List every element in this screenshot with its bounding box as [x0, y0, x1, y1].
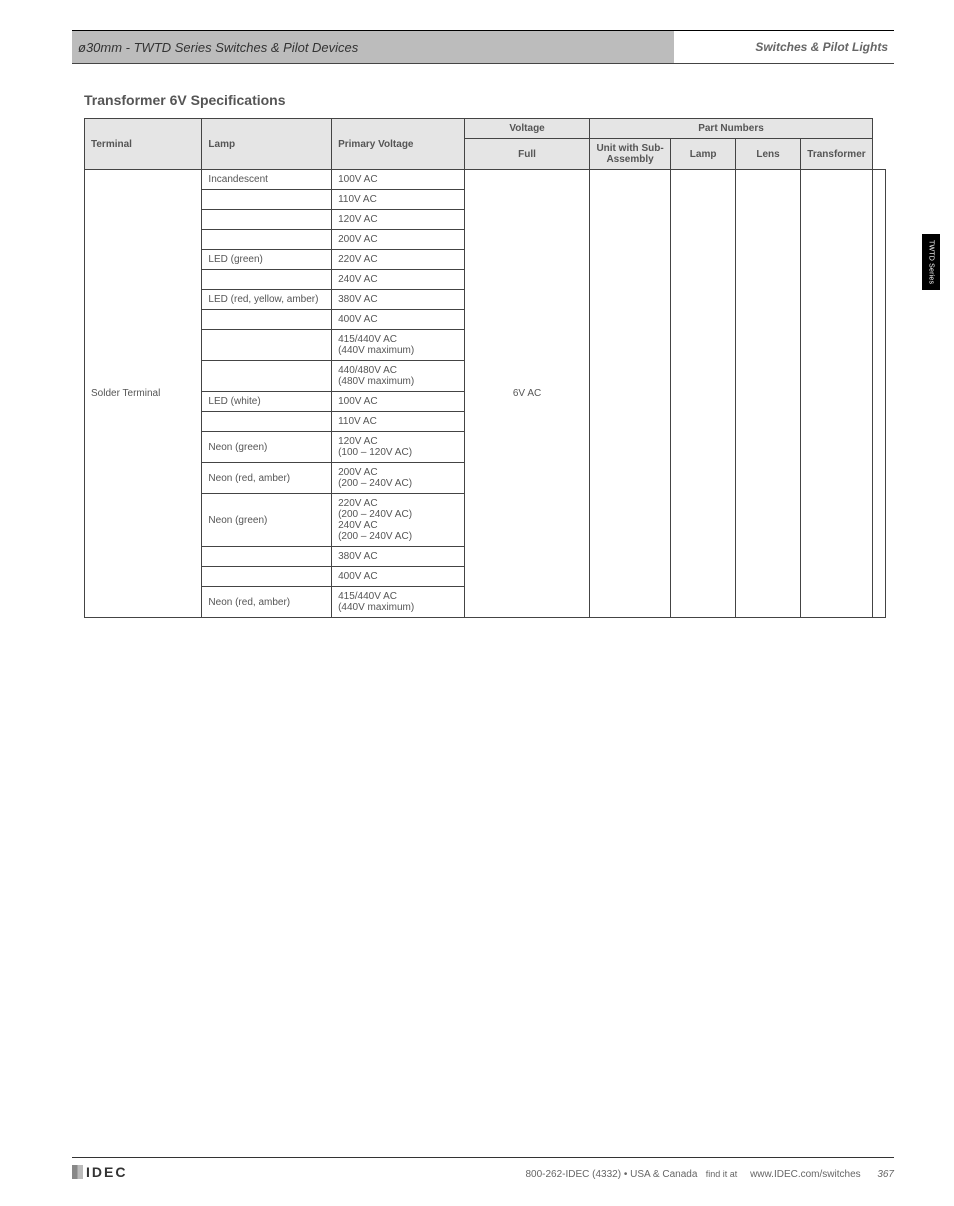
table-row: Terminal Lamp Primary Voltage Voltage Pa… [85, 119, 886, 139]
lamp-cell: LED (green) [202, 250, 332, 270]
primary-voltage-cell: 220V AC [332, 250, 465, 270]
lamp-voltage-cell: 6V AC [465, 170, 590, 618]
header-title-left: ø30mm - TWTD Series Switches & Pilot Dev… [72, 31, 674, 63]
footer-info: 800-262-IDEC (4332) • USA & Canada find … [525, 1169, 894, 1180]
col-lamp: Lamp [202, 119, 332, 170]
footer: IDEC 800-262-IDEC (4332) • USA & Canada … [72, 1157, 894, 1180]
primary-voltage-cell: 120V AC [332, 210, 465, 230]
lampc-cell [736, 170, 801, 618]
lamp-cell [202, 361, 332, 392]
lamp-cell [202, 190, 332, 210]
primary-voltage-cell: 415/440V AC(440V maximum) [332, 330, 465, 361]
primary-voltage-cell: 380V AC [332, 290, 465, 310]
col-voltage: Voltage [465, 119, 590, 139]
header-title-right: Switches & Pilot Lights [674, 31, 894, 63]
primary-voltage-cell: 110V AC [332, 190, 465, 210]
lamp-cell [202, 310, 332, 330]
lamp-cell [202, 230, 332, 250]
primary-voltage-cell: 415/440V AC(440V maximum) [332, 587, 465, 618]
primary-voltage-cell: 400V AC [332, 567, 465, 587]
section-title: Transformer 6V Specifications [84, 92, 894, 108]
xfmr-cell [873, 170, 886, 618]
lamp-cell [202, 330, 332, 361]
lens-cell [800, 170, 872, 618]
col-part-numbers: Part Numbers [590, 119, 873, 139]
url-text: www.IDEC.com/switches [750, 1169, 861, 1180]
lamp-cell: LED (white) [202, 392, 332, 412]
primary-voltage-cell: 120V AC(100 – 120V AC) [332, 432, 465, 463]
phone-text: 800-262-IDEC (4332) • USA & Canada [525, 1169, 697, 1180]
primary-voltage-cell: 100V AC [332, 170, 465, 190]
primary-voltage-cell: 380V AC [332, 547, 465, 567]
lamp-cell [202, 412, 332, 432]
lamp-cell: Neon (red, amber) [202, 463, 332, 494]
col-lens: Lens [736, 139, 801, 170]
primary-voltage-cell: 200V AC(200 – 240V AC) [332, 463, 465, 494]
logo-icon [72, 1165, 83, 1179]
primary-voltage-cell: 440/480V AC(480V maximum) [332, 361, 465, 392]
col-terminal: Terminal [85, 119, 202, 170]
side-tab: TWTD Series [922, 234, 940, 290]
lamp-cell: Incandescent [202, 170, 332, 190]
primary-voltage-cell: 220V AC(200 – 240V AC)240V AC(200 – 240V… [332, 494, 465, 547]
page: ø30mm - TWTD Series Switches & Pilot Dev… [0, 0, 954, 638]
lamp-cell [202, 567, 332, 587]
col-unit-sub: Unit with Sub-Assembly [590, 139, 671, 170]
unit-cell [671, 170, 736, 618]
lamp-cell [202, 210, 332, 230]
table-row: Solder TerminalIncandescent100V AC6V AC [85, 170, 886, 190]
lamp-cell: LED (red, yellow, amber) [202, 290, 332, 310]
lamp-cell: Neon (red, amber) [202, 587, 332, 618]
full-cell [590, 170, 671, 618]
primary-voltage-cell: 110V AC [332, 412, 465, 432]
col-transformer: Transformer [800, 139, 872, 170]
primary-voltage-cell: 400V AC [332, 310, 465, 330]
primary-voltage-cell: 240V AC [332, 270, 465, 290]
primary-voltage-cell: 200V AC [332, 230, 465, 250]
logo: IDEC [72, 1164, 127, 1180]
lamp-cell [202, 270, 332, 290]
lamp-cell: Neon (green) [202, 432, 332, 463]
spec-table: Terminal Lamp Primary Voltage Voltage Pa… [84, 118, 886, 618]
page-number: 367 [877, 1169, 894, 1180]
logo-text: IDEC [86, 1164, 127, 1180]
primary-voltage-cell: 100V AC [332, 392, 465, 412]
lamp-cell [202, 547, 332, 567]
col-lamp2: Lamp [671, 139, 736, 170]
terminal-cell: Solder Terminal [85, 170, 202, 618]
header-bar: ø30mm - TWTD Series Switches & Pilot Dev… [72, 30, 894, 64]
col-full: Full [465, 139, 590, 170]
findit-text: find it at [706, 1169, 738, 1179]
lamp-cell: Neon (green) [202, 494, 332, 547]
col-primary-voltage: Primary Voltage [332, 119, 465, 170]
